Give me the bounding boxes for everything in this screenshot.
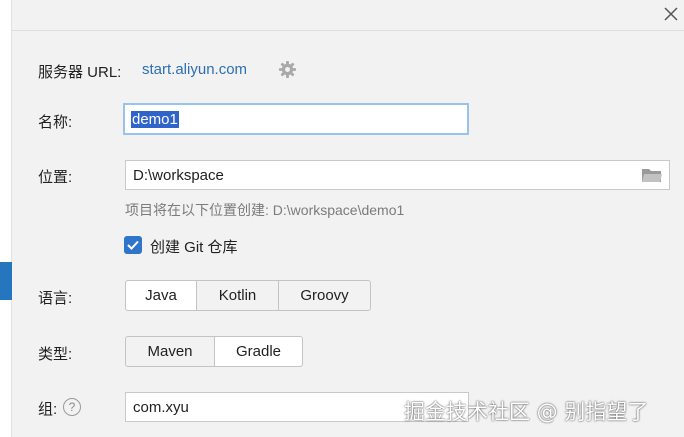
- watermark: 掘金技术社区 @ 别指望了: [404, 400, 649, 424]
- language-option-kotlin[interactable]: Kotlin: [196, 280, 279, 311]
- location-field[interactable]: D:\workspace: [125, 160, 670, 190]
- location-label: 位置:: [38, 169, 73, 186]
- type-segmented-control: Maven Gradle: [125, 336, 303, 367]
- type-option-maven[interactable]: Maven: [125, 336, 215, 367]
- create-git-label[interactable]: 创建 Git 仓库: [150, 236, 238, 257]
- help-icon[interactable]: ?: [63, 398, 81, 416]
- server-url-link[interactable]: start.aliyun.com: [142, 61, 247, 78]
- language-segmented-control: Java Kotlin Groovy: [125, 280, 371, 311]
- dialog-title-bar: [12, 0, 684, 31]
- name-field-value: demo1: [131, 110, 179, 128]
- server-url-label: 服务器 URL:: [38, 64, 122, 81]
- create-git-checkbox[interactable]: [124, 236, 142, 254]
- name-field[interactable]: demo1: [123, 103, 469, 135]
- close-icon[interactable]: [662, 5, 680, 23]
- gear-icon[interactable]: [278, 60, 297, 79]
- group-label: 组:: [38, 401, 58, 418]
- location-hint: 项目将在以下位置创建: D:\workspace\demo1: [125, 202, 405, 218]
- language-option-java[interactable]: Java: [125, 280, 197, 311]
- checkmark-icon: [127, 240, 139, 250]
- left-panel-selected-item[interactable]: [0, 262, 12, 300]
- type-label: 类型:: [38, 346, 73, 363]
- type-option-gradle[interactable]: Gradle: [214, 336, 303, 367]
- left-panel-strip: [0, 0, 12, 437]
- language-option-groovy[interactable]: Groovy: [278, 280, 371, 311]
- folder-icon[interactable]: [641, 166, 663, 184]
- location-field-value: D:\workspace: [133, 166, 224, 184]
- name-label: 名称:: [38, 114, 73, 131]
- group-field-value: com.xyu: [133, 398, 189, 416]
- language-label: 语言:: [38, 290, 73, 307]
